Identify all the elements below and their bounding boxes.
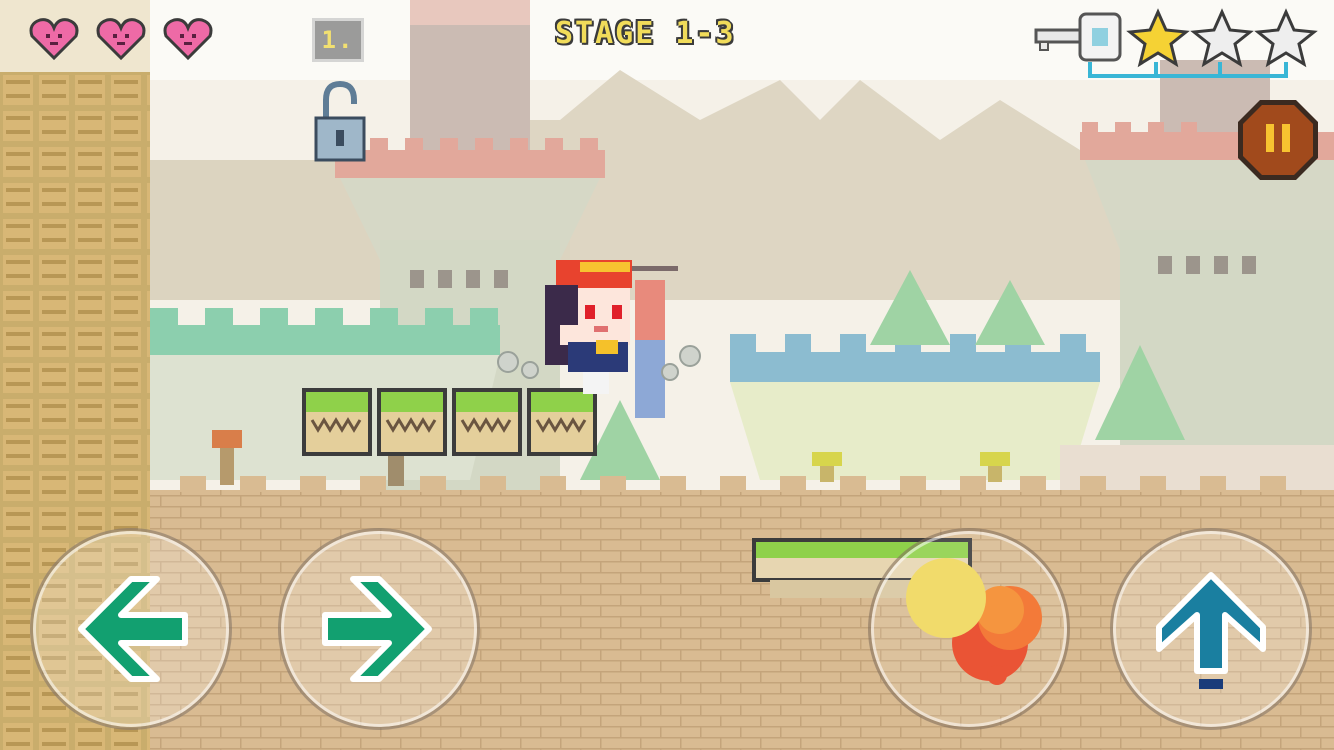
- blue-rampart: [730, 334, 1100, 480]
- arrow-up-icon: [1156, 572, 1266, 689]
- lock-open-icon: [312, 78, 368, 164]
- health-hearts: [24, 10, 224, 64]
- stage-label: STAGE 1-3: [555, 16, 736, 51]
- move-right-button[interactable]: [278, 528, 480, 730]
- move-left-button[interactable]: [30, 528, 232, 730]
- star-empty-icon: [1190, 8, 1254, 68]
- pause-icon: [1238, 100, 1318, 180]
- heart-icon: [29, 18, 213, 61]
- attack-button[interactable]: [868, 528, 1070, 730]
- arrow-right-icon: [322, 576, 432, 682]
- coin-counter: 1.: [312, 18, 364, 62]
- jump-button[interactable]: [1110, 528, 1312, 730]
- pause-button[interactable]: [1236, 98, 1320, 182]
- star-empty-icon: [1254, 8, 1318, 68]
- arrow-left-icon: [78, 576, 188, 682]
- star-gold-icon: [1126, 8, 1190, 68]
- key-collected-icon: [1034, 12, 1122, 62]
- collectibles-tracker: [1030, 6, 1330, 96]
